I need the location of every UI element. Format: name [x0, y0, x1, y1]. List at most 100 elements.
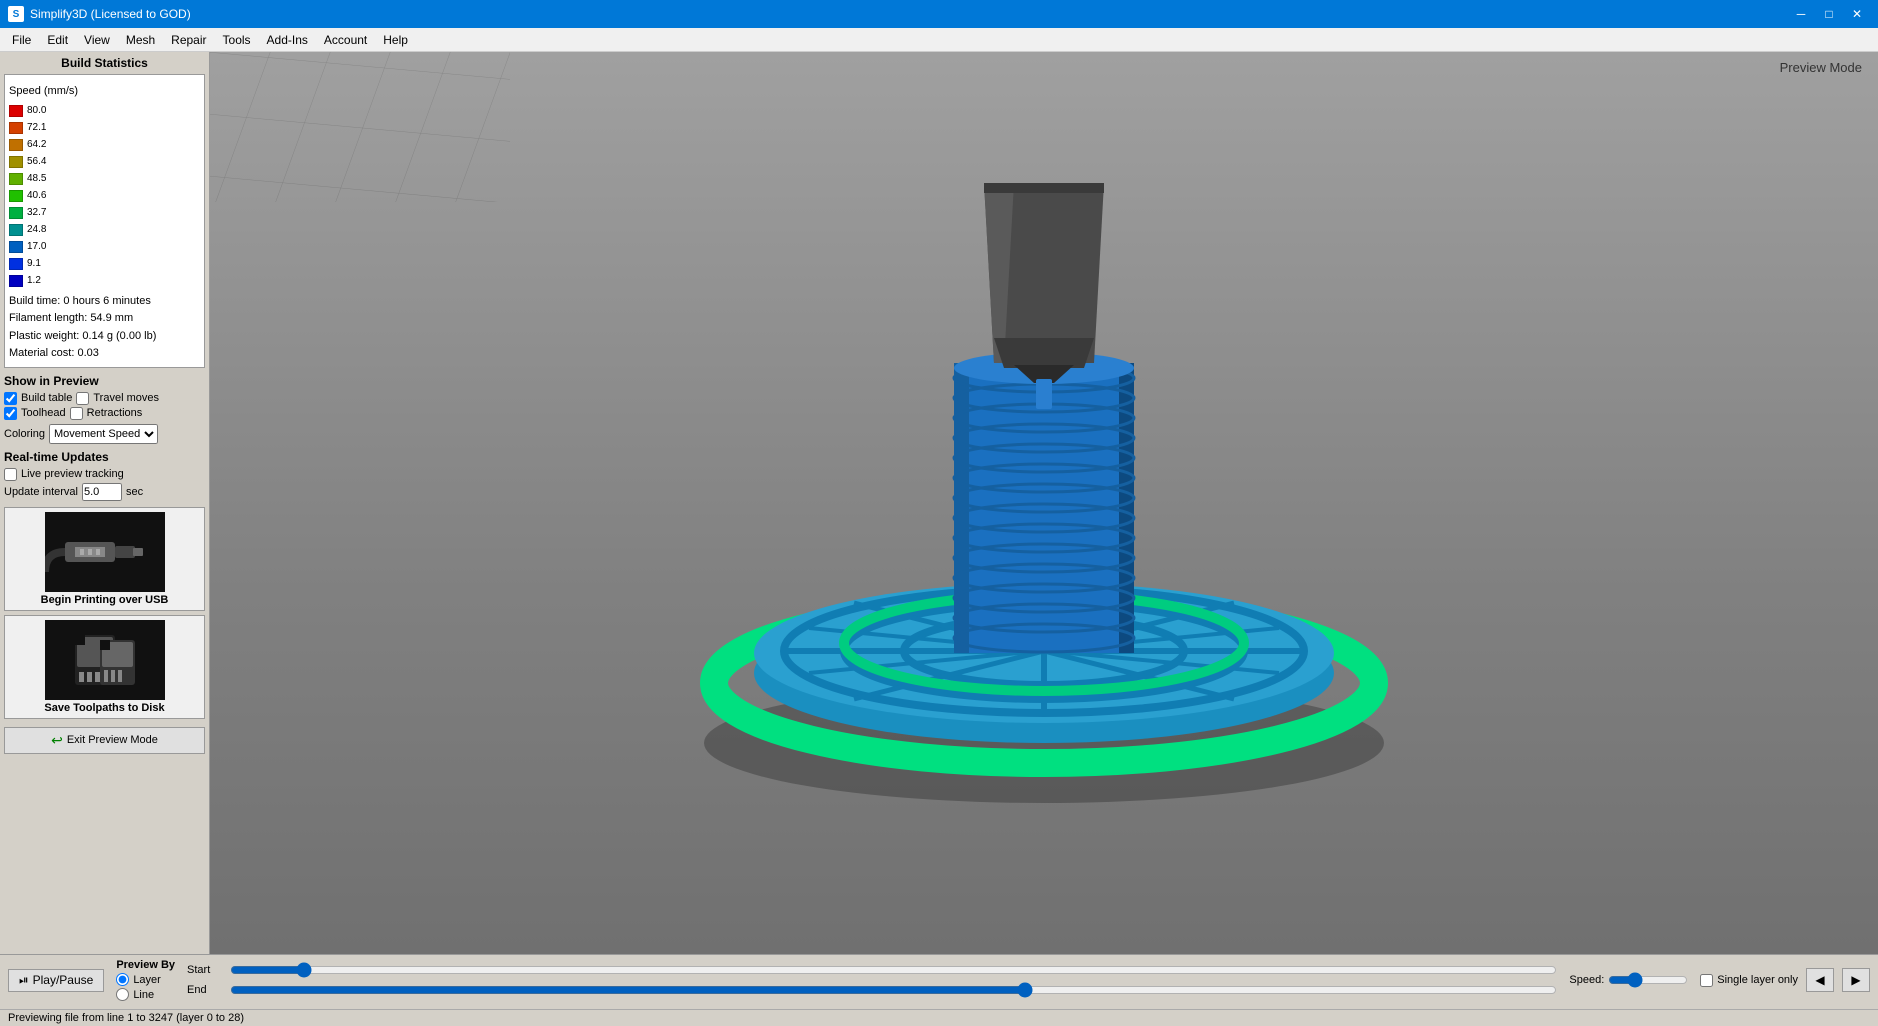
- scene-3d: Preview Mode: [210, 52, 1878, 954]
- close-button[interactable]: ✕: [1844, 4, 1870, 24]
- show-preview-title: Show in Preview: [4, 374, 205, 388]
- legend-color-swatch: [9, 224, 23, 236]
- retractions-label: Retractions: [87, 407, 143, 419]
- next-layer-button[interactable]: ▶: [1842, 968, 1870, 992]
- coloring-select[interactable]: Movement Speed Feature Type Temperature …: [49, 424, 158, 444]
- menu-item-add-ins[interactable]: Add-Ins: [259, 31, 316, 49]
- legend-color-swatch: [9, 190, 23, 202]
- update-interval-input[interactable]: [82, 483, 122, 501]
- legend-color-swatch: [9, 105, 23, 117]
- single-layer-label: Single layer only: [1717, 974, 1798, 986]
- legend-value: 9.1: [27, 256, 41, 272]
- layer-radio-row: Layer: [116, 973, 175, 986]
- live-preview-row: Live preview tracking: [4, 468, 205, 481]
- maximize-button[interactable]: □: [1816, 4, 1842, 24]
- legend-color-swatch: [9, 173, 23, 185]
- legend-value: 64.2: [27, 137, 46, 153]
- preview-by-label: Preview By: [116, 959, 175, 971]
- title-bar: S Simplify3D (Licensed to GOD) ─ □ ✕: [0, 0, 1878, 28]
- legend-color-swatch: [9, 241, 23, 253]
- update-interval-unit: sec: [126, 486, 143, 498]
- end-slider-row: End: [187, 982, 1557, 998]
- right-controls: Single layer only ◀ ▶: [1700, 968, 1870, 992]
- grid-overlay: [210, 52, 510, 202]
- toolhead-row: Toolhead Retractions: [4, 407, 205, 420]
- build-table-label: Build table: [21, 392, 72, 404]
- legend-bar: 24.8: [9, 222, 200, 238]
- begin-printing-button[interactable]: Begin Printing over USB: [4, 507, 205, 611]
- travel-moves-label: Travel moves: [93, 392, 159, 404]
- end-slider[interactable]: [230, 982, 1557, 998]
- legend-bar: 64.2: [9, 137, 200, 153]
- single-layer-checkbox[interactable]: [1700, 974, 1713, 987]
- minimize-button[interactable]: ─: [1788, 4, 1814, 24]
- update-interval-label: Update interval: [4, 486, 78, 498]
- bottom-top-row: ⏯ Play/Pause Preview By Layer Line Start…: [8, 959, 1870, 1001]
- speed-section: Speed:: [1569, 972, 1688, 988]
- legend-bar: 40.6: [9, 188, 200, 204]
- live-preview-checkbox[interactable]: [4, 468, 17, 481]
- speed-legend-title: Speed (mm/s): [9, 83, 200, 101]
- line-radio[interactable]: [116, 988, 129, 1001]
- main-area: Build Statistics Speed (mm/s) 80.072.164…: [0, 52, 1878, 954]
- save-toolpaths-label: Save Toolpaths to Disk: [9, 702, 200, 714]
- usb-image: [45, 512, 165, 592]
- menu-item-view[interactable]: View: [76, 31, 118, 49]
- legend-color-swatch: [9, 139, 23, 151]
- legend-value: 72.1: [27, 120, 46, 136]
- status-bar: Previewing file from line 1 to 3247 (lay…: [0, 1009, 1878, 1026]
- start-slider-label: Start: [187, 964, 222, 976]
- prev-layer-button[interactable]: ◀: [1806, 968, 1834, 992]
- status-text: Previewing file from line 1 to 3247 (lay…: [8, 1012, 244, 1024]
- legend-bar: 9.1: [9, 256, 200, 272]
- start-slider[interactable]: [230, 962, 1557, 978]
- menu-item-account[interactable]: Account: [316, 31, 375, 49]
- exit-preview-button[interactable]: ↩ Exit Preview Mode: [4, 727, 205, 754]
- build-table-checkbox[interactable]: [4, 392, 17, 405]
- legend-value: 17.0: [27, 239, 46, 255]
- preview-mode-label: Preview Mode: [1780, 60, 1862, 75]
- play-pause-button[interactable]: ⏯ Play/Pause: [8, 969, 104, 992]
- build-time: Build time: 0 hours 6 minutes: [9, 293, 200, 311]
- toolhead-checkbox[interactable]: [4, 407, 17, 420]
- menu-item-mesh[interactable]: Mesh: [118, 31, 163, 49]
- legend-value: 80.0: [27, 103, 46, 119]
- material-cost: Material cost: 0.03: [9, 345, 200, 363]
- travel-moves-checkbox[interactable]: [76, 392, 89, 405]
- menu-item-tools[interactable]: Tools: [215, 31, 259, 49]
- legend-color-swatch: [9, 156, 23, 168]
- window-controls: ─ □ ✕: [1788, 4, 1870, 24]
- line-label: Line: [133, 989, 154, 1001]
- menu-item-file[interactable]: File: [4, 31, 39, 49]
- legend-color-swatch: [9, 122, 23, 134]
- menu-item-edit[interactable]: Edit: [39, 31, 76, 49]
- menu-bar: FileEditViewMeshRepairToolsAdd-InsAccoun…: [0, 28, 1878, 52]
- play-pause-icon: ⏯: [19, 973, 29, 988]
- legend-value: 56.4: [27, 154, 46, 170]
- filament-length: Filament length: 54.9 mm: [9, 310, 200, 328]
- retractions-checkbox[interactable]: [70, 407, 83, 420]
- show-preview-section: Show in Preview Build table Travel moves…: [4, 374, 205, 444]
- exit-preview-icon: ↩: [51, 732, 63, 749]
- single-layer-row: Single layer only: [1700, 974, 1798, 987]
- 3d-model: [654, 183, 1434, 823]
- legend-value: 40.6: [27, 188, 46, 204]
- viewport[interactable]: Preview Mode: [210, 52, 1878, 954]
- legend-value: 24.8: [27, 222, 46, 238]
- build-stats-section: Build Statistics Speed (mm/s) 80.072.164…: [4, 56, 205, 368]
- legend-value: 48.5: [27, 171, 46, 187]
- left-panel: Build Statistics Speed (mm/s) 80.072.164…: [0, 52, 210, 954]
- slider-section: Start End: [187, 962, 1557, 998]
- save-toolpaths-button[interactable]: Save Toolpaths to Disk: [4, 615, 205, 719]
- legend-color-swatch: [9, 275, 23, 287]
- legend-bar: 56.4: [9, 154, 200, 170]
- menu-item-repair[interactable]: Repair: [163, 31, 214, 49]
- legend-value: 32.7: [27, 205, 46, 221]
- speed-slider[interactable]: [1608, 972, 1688, 988]
- layer-radio[interactable]: [116, 973, 129, 986]
- menu-item-help[interactable]: Help: [375, 31, 416, 49]
- sd-image: [45, 620, 165, 700]
- app-icon: S: [8, 6, 24, 22]
- build-table-row: Build table Travel moves: [4, 392, 205, 405]
- title-bar-left: S Simplify3D (Licensed to GOD): [8, 6, 191, 22]
